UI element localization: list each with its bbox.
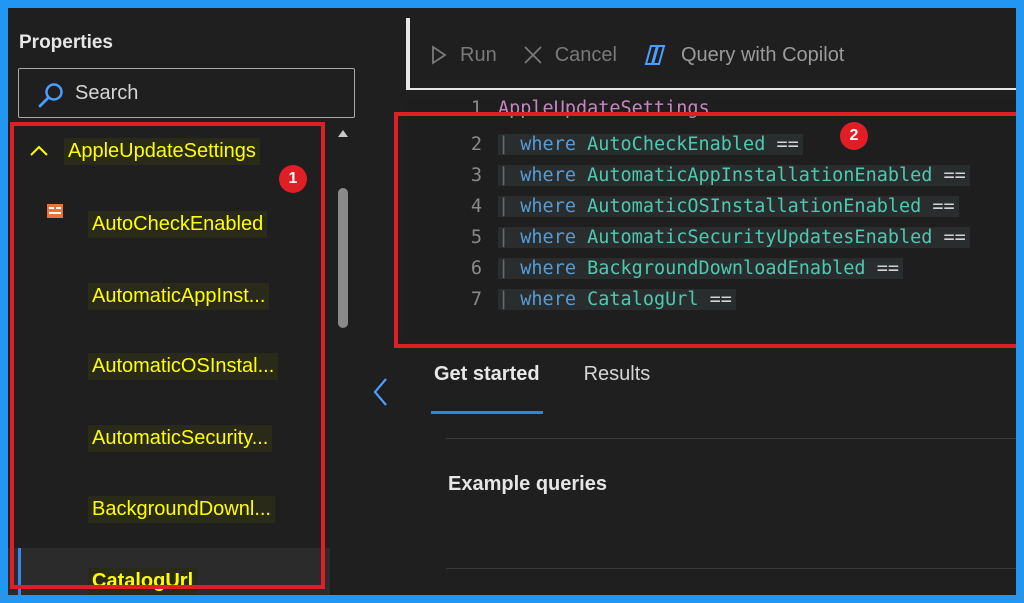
query-toolbar: Run Cancel Query with Copilot (430, 38, 870, 72)
tree-item-automaticappinstallationenabled[interactable]: AutomaticAppInst... (8, 270, 330, 324)
tree-node-apple-update-settings[interactable]: AppleUpdateSettings (28, 136, 260, 166)
code-line-1: 1 AppleUpdateSettings (406, 98, 1016, 128)
line-number: 5 (470, 227, 482, 248)
copilot-label: Query with Copilot (680, 43, 845, 66)
close-icon (524, 46, 542, 64)
code-line-2: 2 | where AutoCheckEnabled == (406, 134, 1016, 164)
cancel-button[interactable]: Cancel (523, 44, 617, 67)
tree-item-autocheckenabled[interactable]: AutoCheckEnabled (8, 198, 330, 252)
tree-item-label: AutomaticAppInst... (88, 283, 270, 310)
search-input[interactable] (75, 78, 335, 108)
result-tabs: Get started Results (431, 363, 694, 414)
tree-item-automaticosinstallationenabled[interactable]: AutomaticOSInstal... (8, 340, 330, 394)
code-line-6: 6 | where BackgroundDownloadEnabled == (406, 258, 1016, 288)
tab-get-started[interactable]: Get started (431, 363, 543, 414)
tab-results[interactable]: Results (584, 363, 651, 398)
selection-indicator (18, 548, 21, 595)
property-tree: AppleUpdateSettings AutoCheckEnabled Aut… (8, 122, 330, 595)
code-line-3: 3 | where AutomaticAppInstallationEnable… (406, 165, 1016, 195)
run-label: Run (460, 43, 497, 66)
annotation-badge-1: 1 (279, 165, 307, 193)
code-text: | where BackgroundDownloadEnabled == (498, 258, 903, 279)
line-number: 7 (470, 289, 482, 310)
code-line-7: 7 | where CatalogUrl == (406, 289, 1016, 319)
properties-panel: Properties AppleUpdateSettings (8, 8, 363, 595)
search-icon (38, 83, 63, 108)
collapse-panel-icon[interactable] (370, 376, 392, 408)
copilot-icon (644, 45, 666, 65)
code-text: | where AutoCheckEnabled == (498, 134, 803, 155)
code-text: | where AutomaticSecurityUpdatesEnabled … (498, 227, 970, 248)
divider (446, 438, 1016, 439)
code-text: | where CatalogUrl == (498, 289, 736, 310)
tree-item-label: AutomaticSecurity... (88, 425, 273, 452)
code-text: | where AutomaticOSInstallationEnabled =… (498, 196, 959, 217)
line-number: 1 (470, 98, 482, 119)
tree-item-label: AutoCheckEnabled (88, 211, 268, 238)
tree-item-backgrounddownloadenabled[interactable]: BackgroundDownl... (8, 483, 330, 537)
tree-scrollbar[interactable] (335, 122, 351, 595)
tree-item-catalogurl[interactable]: CatalogUrl (8, 548, 330, 595)
play-icon (432, 45, 447, 65)
app-window: Properties AppleUpdateSettings (8, 8, 1016, 595)
tree-item-label: CatalogUrl (88, 568, 198, 595)
code-text: | where AutomaticAppInstallationEnabled … (498, 165, 970, 186)
line-number: 3 (470, 165, 482, 186)
code-line-5: 5 | where AutomaticSecurityUpdatesEnable… (406, 227, 1016, 257)
query-with-copilot-button[interactable]: Query with Copilot (643, 43, 844, 67)
query-editor[interactable]: 1 AppleUpdateSettings 2 | where AutoChec… (406, 98, 1016, 338)
line-number: 4 (470, 196, 482, 217)
query-panel: Run Cancel Query with Copilot 1 AppleUpd… (406, 8, 1016, 595)
tree-item-label: AutomaticOSInstal... (88, 353, 279, 380)
line-number: 2 (470, 134, 482, 155)
tree-node-label: AppleUpdateSettings (64, 137, 260, 165)
code-text: AppleUpdateSettings (498, 98, 710, 119)
code-line-4: 4 | where AutomaticOSInstallationEnabled… (406, 196, 1016, 226)
divider (446, 568, 1016, 569)
run-button[interactable]: Run (430, 44, 497, 67)
chevron-up-icon (30, 145, 48, 156)
example-queries-title: Example queries (448, 473, 607, 495)
tree-item-automaticsecurityupdatesenabled[interactable]: AutomaticSecurity... (8, 412, 330, 466)
cancel-label: Cancel (554, 43, 617, 66)
line-number: 6 (470, 258, 482, 279)
search-box[interactable] (18, 68, 355, 118)
properties-title: Properties (19, 32, 113, 53)
scroll-up-icon[interactable] (338, 128, 348, 138)
toolbar-divider (406, 88, 1016, 90)
tree-item-label: BackgroundDownl... (88, 496, 275, 523)
scroll-thumb[interactable] (338, 188, 348, 328)
toolbar-border (406, 18, 410, 88)
annotation-badge-2: 2 (840, 122, 868, 150)
